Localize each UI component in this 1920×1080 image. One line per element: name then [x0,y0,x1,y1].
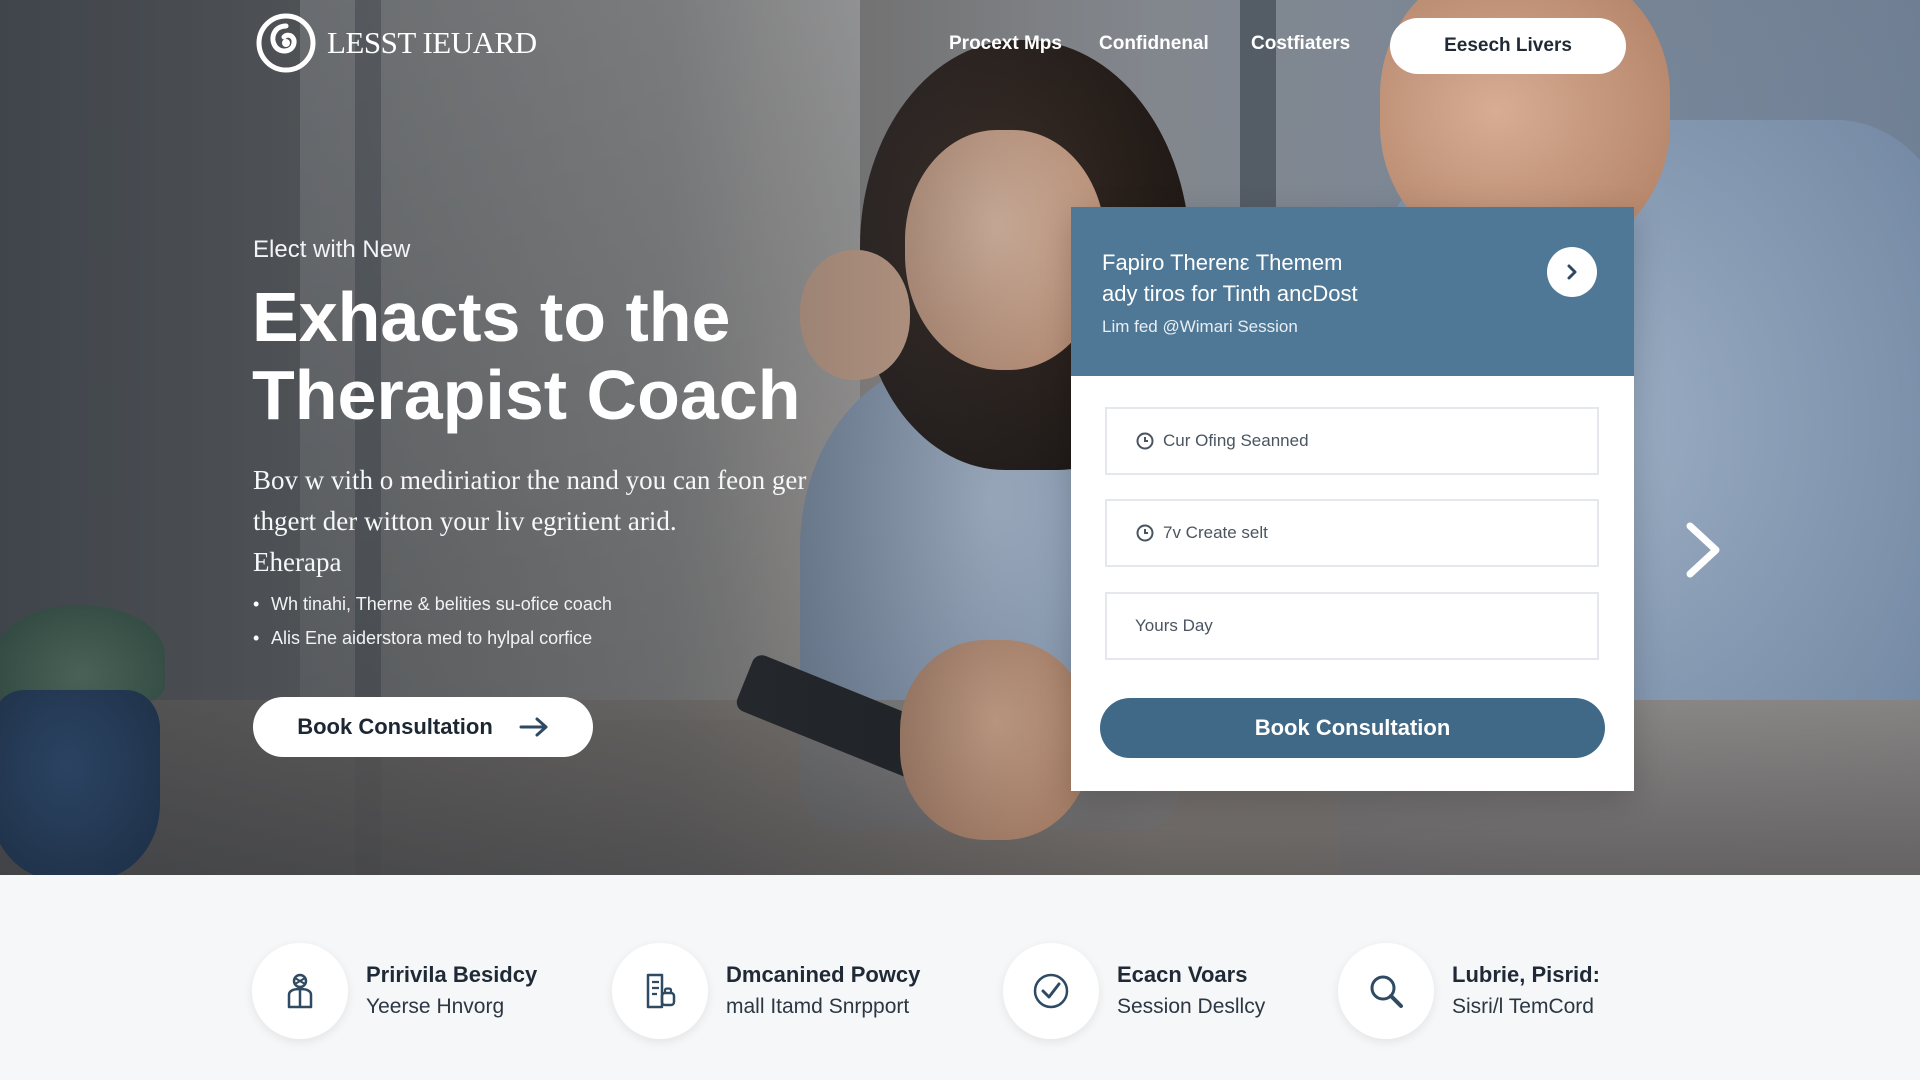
booking-field-label: 7v Create selt [1163,523,1268,542]
booking-card-header: Fapiro Therenε Themem ady tiros for Tint… [1071,207,1634,376]
hero-subtitle: Bov w vith o mediriatior the nand you ca… [253,460,953,583]
hero-bullet: Alis Ene aiderstora med to hylpal corfic… [253,621,612,655]
feature-item: Lubrie, Pisrid: Sisri/l TemCord [1338,943,1600,1039]
document-icon [646,973,676,1009]
feature-icon-circle [1003,943,1099,1039]
book-consultation-label: Book Consultation [297,714,493,739]
hero-title: Exhacts to the Therapist Coach [252,278,892,434]
feature-icon-circle [252,943,348,1039]
booking-card-next-button[interactable] [1547,247,1597,297]
search-icon [1370,975,1403,1008]
feature-subtitle: Session Desllcy [1117,995,1266,1018]
feature-subtitle: Yeerse Hnvorg [366,995,505,1018]
booking-field-time[interactable]: Cur Ofing Seanned [1105,407,1599,475]
hero-eyebrow: Elect with New [253,236,411,263]
feature-title: Ecacn Voars [1117,962,1248,987]
feature-item: Pririvila Besidcy Yeerse Hnvorg [252,943,537,1039]
feature-icon-circle [612,943,708,1039]
feature-item: Dmcanined Powcy mall Itamd Snrpport [612,943,920,1039]
feature-item: Ecacn Voars Session Desllcy [1003,943,1265,1039]
feature-subtitle: mall Itamd Snrpport [726,995,910,1018]
clock-icon [1136,524,1154,542]
booking-card-title-line: Fapiro Therenε Themem [1102,250,1343,275]
booking-field-label: Cur Ofing Seanned [1163,431,1309,450]
hero-title-line: Exhacts to the [252,278,731,356]
booking-card-title: Fapiro Therenε Themem ady tiros for Tint… [1102,247,1522,309]
hero-subtitle-line: thgert der witton your liv egritient ari… [253,506,677,536]
hero-subtitle-line: Bov w vith o mediriatior the nand you ca… [253,465,807,495]
nav-link-process[interactable]: Procext Mps [949,33,1062,55]
booking-field-create[interactable]: 7v Create selt [1105,499,1599,567]
person-icon [287,973,313,1009]
booking-field-label: Yours Day [1135,616,1213,635]
booking-card-title-line: ady tiros for Tinth ancDost [1102,281,1358,306]
book-consultation-button[interactable]: Book Consultation [253,697,593,757]
logo-swirl-icon [256,13,316,73]
booking-field-day[interactable]: Yours Day [1105,592,1599,660]
arrow-right-icon [519,717,548,737]
page: LESST IEUARD Procext Mps Confidnenal Cos… [0,0,1920,1080]
logo-text: LESST IEUARD [327,25,537,60]
hero-subtitle-line: Eherapa [253,547,342,577]
carousel-next-chevron-icon[interactable] [1678,520,1728,580]
booking-card: Fapiro Therenε Themem ady tiros for Tint… [1071,207,1634,791]
feature-icon-circle [1338,943,1434,1039]
logo[interactable]: LESST IEUARD [255,12,537,74]
hero-bullet: Wh tinahi, Therne & belities su-ofice co… [253,587,612,621]
feature-title: Pririvila Besidcy [366,962,538,987]
feature-subtitle: Sisri/l TemCord [1452,995,1594,1018]
hero-bullet-list: Wh tinahi, Therne & belities su-ofice co… [253,587,612,655]
nav-cta-button[interactable]: Eesech Livers [1390,18,1626,74]
check-circle-icon [1033,973,1069,1009]
booking-card-submit-button[interactable]: Book Consultation [1100,698,1605,758]
feature-title: Dmcanined Powcy [726,962,921,987]
nav-link-confidential[interactable]: Confidnenal [1099,33,1209,55]
features-strip: Pririvila Besidcy Yeerse Hnvorg Dmcanine… [0,875,1920,1080]
chevron-right-icon [1567,264,1577,280]
clock-icon [1136,432,1154,450]
booking-card-note: Lim fed @Wimari Session [1102,317,1298,336]
nav-link-costs[interactable]: Costfiaters [1251,33,1350,55]
feature-title: Lubrie, Pisrid: [1452,962,1600,987]
hero-title-line: Therapist Coach [252,356,801,434]
